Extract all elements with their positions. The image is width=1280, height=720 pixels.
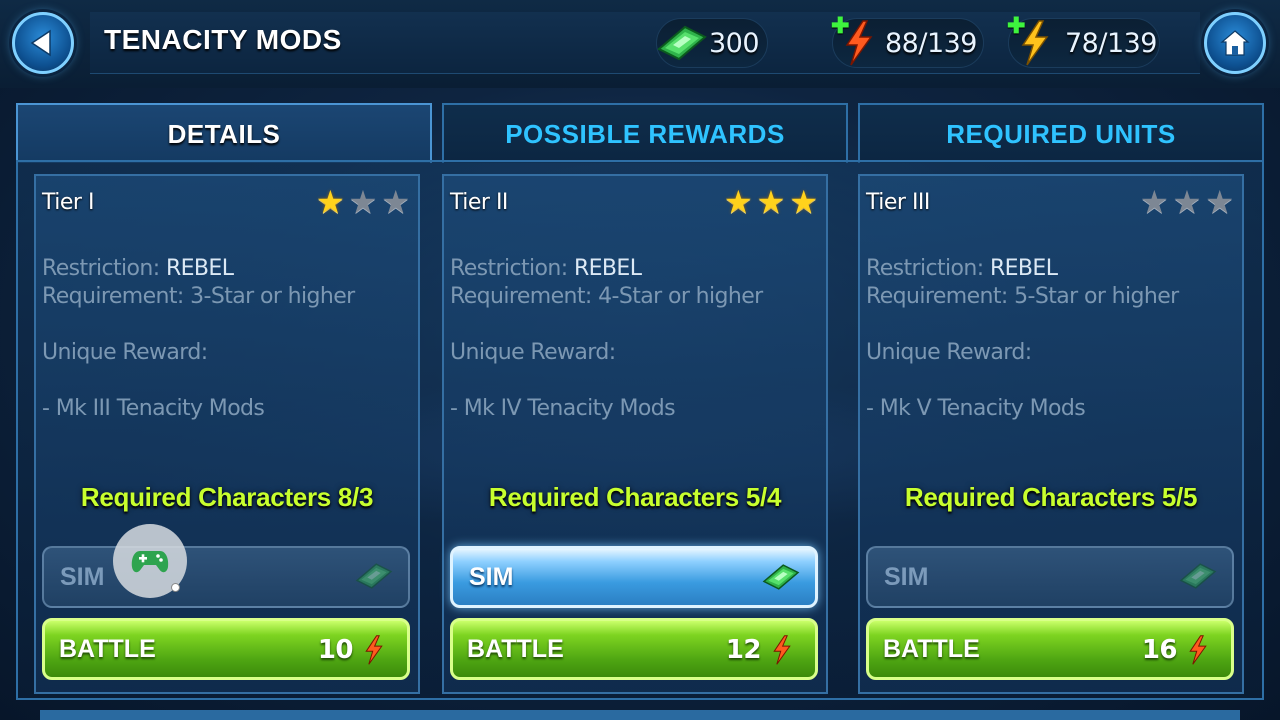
star-icon: ★ — [789, 184, 818, 220]
requirement-value: 4-Star or higher — [598, 284, 763, 309]
home-button[interactable] — [1204, 12, 1266, 74]
bottom-strip — [40, 710, 1240, 720]
sim-label: SIM — [469, 562, 514, 591]
sim-button[interactable]: SIM — [450, 546, 818, 608]
battle-label: BATTLE — [467, 634, 564, 663]
crystal-icon — [657, 25, 707, 61]
star-icon: ★ — [348, 184, 378, 220]
back-button[interactable] — [12, 12, 74, 74]
restriction-value: REBEL — [165, 256, 234, 281]
star-icon: ★ — [1172, 184, 1202, 220]
top-bar: TENACITY MODS 300 ✚ 88/139 ✚ 78/139 — [0, 0, 1280, 88]
unique-reward-item: - Mk IV Tenacity Mods — [450, 396, 676, 421]
requirement-value: 5-Star or higher — [1014, 284, 1179, 309]
battle-button[interactable]: BATTLE 12 — [450, 618, 818, 680]
restriction-value: REBEL — [989, 256, 1058, 281]
crystal-icon — [762, 564, 800, 590]
requirement-label: Requirement: — [866, 284, 1008, 309]
battle-button[interactable]: BATTLE 10 — [42, 618, 410, 680]
tier-name: Tier III — [866, 190, 930, 215]
energy-bolt-icon — [1189, 635, 1207, 665]
tier-card-1: Tier I ★ ★ ★ Restriction: REBEL Requiremen… — [34, 174, 420, 694]
unique-reward-item: - Mk V Tenacity Mods — [866, 396, 1086, 421]
battle-cost: 12 — [725, 635, 762, 665]
restriction-line: Restriction: REBEL — [42, 256, 234, 281]
home-icon — [1220, 30, 1250, 56]
battle-label: BATTLE — [59, 634, 156, 663]
cantina-energy-value: 78/139 — [1065, 27, 1158, 59]
tab-details[interactable]: DETAILS — [16, 103, 432, 163]
unique-reward-label: Unique Reward: — [866, 340, 1032, 365]
overlay-dot — [171, 583, 180, 592]
tab-possible-rewards[interactable]: POSSIBLE REWARDS — [442, 103, 848, 163]
sim-label: SIM — [60, 562, 105, 591]
battle-label: BATTLE — [883, 634, 980, 663]
unique-reward-label: Unique Reward: — [42, 340, 208, 365]
energy-value: 88/139 — [885, 27, 978, 59]
required-characters: Required Characters 5/4 — [488, 482, 782, 512]
tab-required-units[interactable]: REQUIRED UNITS — [858, 103, 1264, 163]
star-icon: ★ — [381, 184, 410, 220]
plus-icon: ✚ — [831, 13, 850, 38]
gamepad-icon — [131, 551, 169, 573]
page-title: TENACITY MODS — [104, 24, 342, 55]
star-icon: ★ — [1139, 184, 1169, 220]
cantina-energy-counter[interactable]: ✚ 78/139 — [1007, 13, 1160, 68]
tier-card-3: Tier III ★ ★ ★ Restriction: REBEL Requirem… — [858, 174, 1244, 694]
required-characters: Required Characters 5/5 — [904, 482, 1198, 512]
tier-name: Tier I — [42, 190, 94, 215]
star-icon: ★ — [723, 184, 753, 220]
back-arrow-icon — [30, 29, 51, 57]
required-characters: Required Characters 8/3 — [80, 482, 374, 512]
requirement-label: Requirement: — [450, 284, 592, 309]
crystal-icon — [355, 563, 393, 589]
crystal-icon — [1179, 563, 1217, 589]
restriction-value: REBEL — [573, 256, 642, 281]
energy-counter[interactable]: ✚ 88/139 — [831, 13, 984, 68]
restriction-line: Restriction: REBEL — [866, 256, 1058, 281]
battle-button[interactable]: BATTLE 16 — [866, 618, 1234, 680]
energy-bolt-icon — [365, 635, 383, 665]
tier-card-2: Tier II ★ ★ ★ Restriction: REBEL Requireme… — [442, 174, 828, 694]
star-icon: ★ — [315, 184, 345, 220]
crystal-value: 300 — [709, 27, 760, 59]
restriction-label: Restriction: — [866, 256, 984, 281]
sim-button[interactable]: SIM — [866, 546, 1234, 608]
star-rating: ★ ★ ★ — [316, 186, 410, 218]
requirement-line: Requirement: 4-Star or higher — [450, 284, 763, 309]
energy-bolt-icon — [773, 635, 791, 665]
requirement-line: Requirement: 5-Star or higher — [866, 284, 1179, 309]
restriction-line: Restriction: REBEL — [450, 256, 642, 281]
requirement-line: Requirement: 3-Star or higher — [42, 284, 355, 309]
star-rating: ★ ★ ★ — [1140, 186, 1234, 218]
unique-reward-item: - Mk III Tenacity Mods — [42, 396, 265, 421]
star-icon: ★ — [1205, 184, 1234, 220]
star-rating: ★ ★ ★ — [724, 186, 818, 218]
requirement-label: Requirement: — [42, 284, 184, 309]
battle-cost: 16 — [1141, 635, 1178, 665]
star-icon: ★ — [756, 184, 786, 220]
requirement-value: 3-Star or higher — [190, 284, 355, 309]
restriction-label: Restriction: — [450, 256, 568, 281]
restriction-label: Restriction: — [42, 256, 160, 281]
sim-button[interactable]: SIM — [42, 546, 410, 608]
tier-name: Tier II — [450, 190, 508, 215]
unique-reward-label: Unique Reward: — [450, 340, 616, 365]
crystal-counter[interactable]: 300 — [656, 18, 768, 68]
sim-label: SIM — [884, 562, 929, 591]
plus-icon: ✚ — [1007, 13, 1026, 38]
battle-cost: 10 — [317, 635, 354, 665]
